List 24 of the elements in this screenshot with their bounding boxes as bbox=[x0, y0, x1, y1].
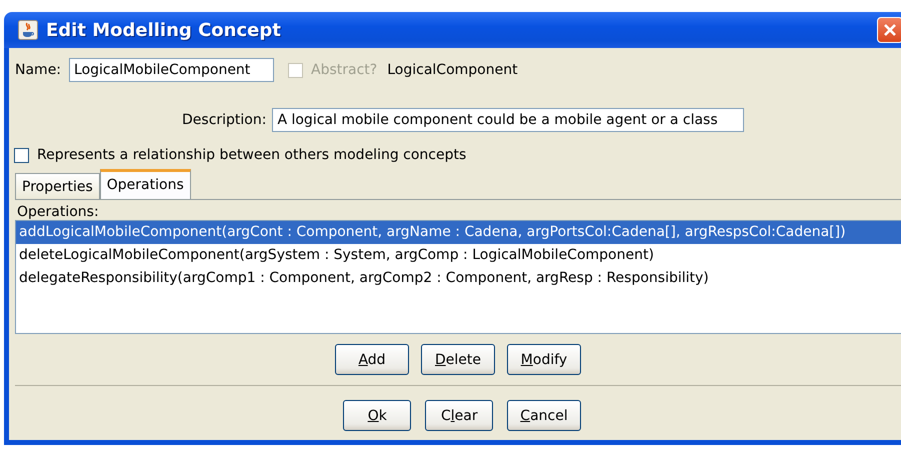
window-title: Edit Modelling Concept bbox=[46, 20, 281, 40]
operation-item[interactable]: delegateResponsibility(argComp1 : Component, argComp2 : Component, argResp : Responsibility) bbox=[16, 267, 901, 290]
list-action-button[interactable]: Add bbox=[335, 344, 409, 375]
tab[interactable]: Operations bbox=[100, 169, 191, 199]
tab[interactable]: Properties bbox=[15, 173, 100, 199]
description-label: Description: bbox=[182, 112, 266, 128]
description-field[interactable]: A logical mobile component could be a mobile agent or a class bbox=[272, 108, 744, 132]
close-button[interactable] bbox=[877, 17, 901, 43]
name-field[interactable]: LogicalMobileComponent bbox=[69, 58, 274, 82]
relationship-label: Represents a relationship between others modeling concepts bbox=[37, 147, 466, 163]
operations-label: Operations: bbox=[17, 204, 100, 220]
abstract-label: Abstract? bbox=[311, 62, 378, 78]
dialog-button[interactable]: Ok bbox=[343, 400, 412, 431]
operation-item[interactable]: addLogicalMobileComponent(argCont : Component, argName : Cadena, argPortsCol:Cadena[], argRespsCol:Cadena[]) bbox=[16, 221, 901, 244]
dialog-button[interactable]: Cancel bbox=[507, 400, 581, 431]
close-icon bbox=[883, 23, 897, 37]
relationship-checkbox[interactable] bbox=[14, 148, 29, 162]
list-action-button[interactable]: Delete bbox=[421, 344, 495, 375]
parent-concept-label: LogicalComponent bbox=[387, 62, 518, 78]
operation-item[interactable]: deleteLogicalMobileComponent(argSystem : System, argComp : LogicalMobileComponent) bbox=[16, 244, 901, 267]
name-label: Name: bbox=[15, 62, 62, 78]
java-cup-icon bbox=[18, 20, 38, 40]
list-action-button[interactable]: Modify bbox=[507, 344, 581, 375]
dialog-button[interactable]: Clear bbox=[425, 400, 494, 431]
